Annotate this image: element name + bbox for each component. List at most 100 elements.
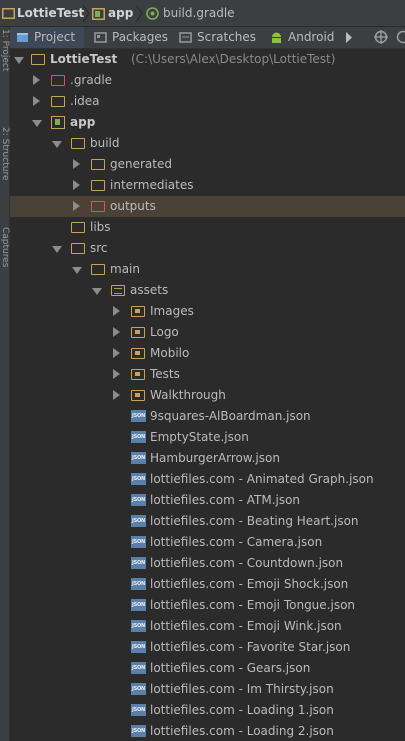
- tree-item-file[interactable]: JSON lottiefiles.com - Loading 2.json: [10, 721, 405, 741]
- json-file-icon: JSON: [131, 725, 146, 737]
- more-tabs-icon[interactable]: [345, 32, 353, 43]
- tree-item-label: src: [90, 241, 108, 255]
- tree-root[interactable]: LottieTest (C:\Users\Alex\Desktop\Lottie…: [10, 49, 405, 70]
- tree-item-assets[interactable]: assets: [10, 280, 405, 301]
- breadcrumb-label: LottieTest: [17, 6, 85, 20]
- tree-item-logo[interactable]: Logo: [10, 322, 405, 343]
- tab-packages[interactable]: Packages: [88, 27, 170, 48]
- module-icon: [51, 116, 65, 129]
- android-icon: [272, 32, 281, 43]
- tree-item-file[interactable]: JSON lottiefiles.com - Emoji Wink.json: [10, 616, 405, 637]
- tree-item-gradle[interactable]: .gradle: [10, 70, 405, 91]
- tree-item-label: main: [110, 262, 140, 276]
- expand-arrow-icon[interactable]: [73, 159, 80, 169]
- tree-item-label: outputs: [110, 199, 156, 213]
- tree-item-label: build: [90, 136, 120, 150]
- tree-item-label: assets: [130, 283, 169, 297]
- tree-item-label: lottiefiles.com - Animated Graph.json: [150, 472, 374, 486]
- tree-item-file[interactable]: JSON lottiefiles.com - Im Thirsty.json: [10, 679, 405, 700]
- collapse-arrow-icon[interactable]: [92, 288, 102, 295]
- tab-scratches[interactable]: Scratches: [173, 27, 261, 48]
- tree-item-label: EmptyState.json: [150, 430, 249, 444]
- tree-item-file[interactable]: JSON lottiefiles.com - Emoji Tongue.json: [10, 595, 405, 616]
- collapse-arrow-icon[interactable]: [32, 120, 42, 127]
- tree-item-images[interactable]: Images: [10, 301, 405, 322]
- tree-item-generated[interactable]: generated: [10, 154, 405, 175]
- tree-item-build[interactable]: build: [10, 133, 405, 154]
- stripe-tab-project[interactable]: 1: Project: [0, 29, 10, 89]
- json-file-icon: JSON: [131, 515, 146, 527]
- scroll-from-source-icon[interactable]: [374, 30, 388, 44]
- folder-icon: [91, 180, 105, 191]
- expand-arrow-icon[interactable]: [33, 96, 40, 106]
- tree-item-label: 9squares-AlBoardman.json: [150, 409, 311, 423]
- expand-arrow-icon[interactable]: [73, 201, 80, 211]
- tree-item-file[interactable]: JSON 9squares-AlBoardman.json: [10, 406, 405, 427]
- tree-item-outputs[interactable]: outputs: [10, 196, 405, 217]
- tree-item-src[interactable]: src: [10, 238, 405, 259]
- breadcrumb: LottieTest app build.gradle: [0, 0, 405, 27]
- collapse-arrow-icon[interactable]: [14, 57, 24, 64]
- folder-icon: [31, 54, 45, 65]
- tree-item-file[interactable]: JSON lottiefiles.com - Animated Graph.js…: [10, 469, 405, 490]
- tree-item-file[interactable]: JSON EmptyState.json: [10, 427, 405, 448]
- breadcrumb-separator-icon: [135, 4, 143, 23]
- tree-item-walkthrough[interactable]: Walkthrough: [10, 385, 405, 406]
- tree-item-mobilo[interactable]: Mobilo: [10, 343, 405, 364]
- resource-folder-icon: [131, 348, 145, 359]
- expand-arrow-icon[interactable]: [73, 180, 80, 190]
- settings-icon[interactable]: [396, 30, 405, 44]
- tree-item-label: Images: [150, 304, 194, 318]
- tree-item-label: intermediates: [110, 178, 194, 192]
- expand-arrow-icon[interactable]: [113, 306, 120, 316]
- json-file-icon: JSON: [131, 578, 146, 590]
- tree-item-app[interactable]: app: [10, 112, 405, 133]
- tree-item-main[interactable]: main: [10, 259, 405, 280]
- expand-arrow-icon[interactable]: [33, 75, 40, 85]
- breadcrumb-label: app: [108, 6, 134, 20]
- expand-arrow-icon[interactable]: [113, 390, 120, 400]
- folder-icon: [71, 222, 85, 233]
- collapse-arrow-icon[interactable]: [72, 267, 82, 274]
- tab-project[interactable]: Project: [10, 27, 84, 48]
- tree-item-file[interactable]: JSON lottiefiles.com - Emoji Shock.json: [10, 574, 405, 595]
- left-tool-stripe: 1: Project 2: Structure Captures: [0, 27, 10, 741]
- stripe-tab-captures[interactable]: Captures: [0, 227, 10, 287]
- tree-item-idea[interactable]: .idea: [10, 91, 405, 112]
- tree-item-label: lottiefiles.com - Loading 2.json: [150, 724, 334, 738]
- expand-arrow-icon[interactable]: [113, 348, 120, 358]
- tree-item-label: HamburgerArrow.json: [150, 451, 280, 465]
- resource-folder-icon: [131, 369, 145, 380]
- tree-item-intermediates[interactable]: intermediates: [10, 175, 405, 196]
- tree-item-file[interactable]: JSON lottiefiles.com - ATM.json: [10, 490, 405, 511]
- tree-item-file[interactable]: JSON lottiefiles.com - Gears.json: [10, 658, 405, 679]
- project-tree: LottieTest (C:\Users\Alex\Desktop\Lottie…: [10, 49, 405, 741]
- resource-folder-icon: [131, 327, 145, 338]
- module-icon: [92, 8, 105, 20]
- stripe-tab-structure[interactable]: 2: Structure: [0, 127, 10, 217]
- json-file-icon: JSON: [131, 494, 146, 506]
- tab-android[interactable]: Android: [264, 27, 344, 48]
- json-file-icon: JSON: [131, 557, 146, 569]
- assets-folder-icon: [111, 285, 125, 296]
- folder-excluded-icon: [91, 201, 105, 212]
- tree-item-libs[interactable]: libs: [10, 217, 405, 238]
- tree-item-file[interactable]: JSON lottiefiles.com - Beating Heart.jso…: [10, 511, 405, 532]
- tree-item-tests[interactable]: Tests: [10, 364, 405, 385]
- tree-item-file[interactable]: JSON lottiefiles.com - Countdown.json: [10, 553, 405, 574]
- tree-item-file[interactable]: JSON lottiefiles.com - Camera.json: [10, 532, 405, 553]
- collapse-arrow-icon[interactable]: [52, 246, 62, 253]
- expand-arrow-icon[interactable]: [113, 327, 120, 337]
- tree-item-label: lottiefiles.com - Im Thirsty.json: [150, 682, 334, 696]
- tree-item-file[interactable]: JSON lottiefiles.com - Favorite Star.jso…: [10, 637, 405, 658]
- tool-window-tabs: Project Packages Scratches Android: [10, 27, 405, 49]
- json-file-icon: JSON: [131, 662, 146, 674]
- tree-item-label: lottiefiles.com - Gears.json: [150, 661, 311, 675]
- collapse-arrow-icon[interactable]: [52, 141, 62, 148]
- expand-arrow-icon[interactable]: [113, 369, 120, 379]
- tree-item-file[interactable]: JSON HamburgerArrow.json: [10, 448, 405, 469]
- tree-item-file[interactable]: JSON lottiefiles.com - Loading 1.json: [10, 700, 405, 721]
- json-file-icon: JSON: [131, 641, 146, 653]
- resource-folder-icon: [131, 390, 145, 401]
- tree-item-label: app: [70, 115, 96, 129]
